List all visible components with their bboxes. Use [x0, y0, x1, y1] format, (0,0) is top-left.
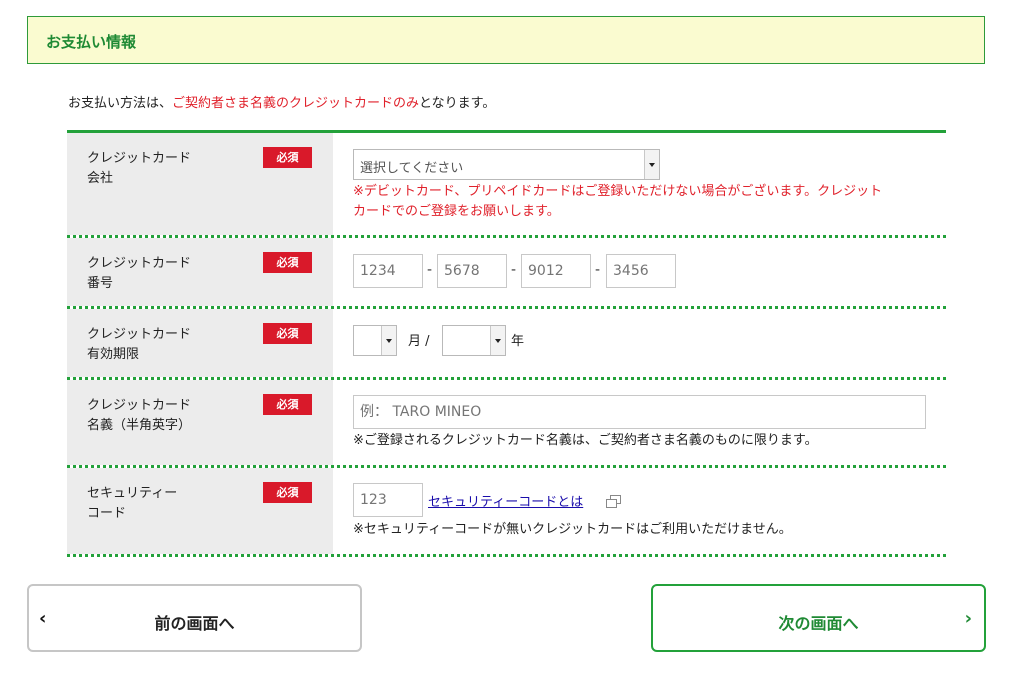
required-badge: 必須 — [263, 252, 312, 273]
chevron-right-icon: › — [964, 608, 972, 629]
card-number-input-3[interactable] — [521, 254, 591, 288]
intro-prefix: お支払い方法は、 — [68, 96, 173, 111]
prev-button-label: 前の画面へ — [154, 614, 235, 633]
field-label-line1: クレジットカード — [87, 151, 192, 166]
chevron-down-icon — [490, 326, 505, 355]
label-cell: クレジットカード 名義（半角英字） 必須 — [67, 380, 333, 465]
required-badge: 必須 — [263, 394, 312, 415]
required-badge: 必須 — [263, 482, 312, 503]
security-code-help-link[interactable]: セキュリティーコードとは — [428, 491, 583, 510]
label-cell: クレジットカード 有効期限 必須 — [67, 309, 333, 377]
section-header: お支払い情報 — [27, 16, 985, 64]
year-unit: 年 — [511, 334, 525, 349]
row-security-code: セキュリティー コード 必須 セキュリティーコードとは ※セキュリティーコードが… — [67, 468, 946, 557]
field-label-line1: クレジットカード — [87, 256, 192, 271]
card-company-select[interactable]: 選択してください — [353, 149, 660, 180]
row-card-company: クレジットカード 会社 必須 選択してください ※デビットカード、プリペイドカー… — [67, 133, 946, 238]
row-card-number: クレジットカード 番号 必須 - - - — [67, 238, 946, 309]
payment-form: クレジットカード 会社 必須 選択してください ※デビットカード、プリペイドカー… — [67, 130, 946, 557]
note-line2: カードでのご登録をお願いします。 — [353, 204, 560, 219]
card-company-note: ※デビットカード、プリペイドカードはご登録いただけない場合がございます。クレジッ… — [353, 182, 882, 222]
separator: - — [427, 262, 433, 278]
field-label-line2: 番号 — [87, 276, 114, 291]
card-number-input-1[interactable] — [353, 254, 423, 288]
next-screen-button[interactable]: 次の画面へ › — [651, 584, 986, 652]
card-number-input-2[interactable] — [437, 254, 507, 288]
separator: - — [595, 262, 601, 278]
month-unit: 月 / — [408, 334, 430, 349]
field-label-line1: クレジットカード — [87, 398, 192, 413]
card-company-select-value: 選択してください — [360, 161, 464, 176]
intro-suffix: となります。 — [419, 96, 496, 111]
required-badge: 必須 — [263, 147, 312, 168]
label-cell: クレジットカード 会社 必須 — [67, 133, 333, 235]
input-cell: - - - — [333, 238, 946, 306]
card-holder-name-input[interactable] — [353, 395, 926, 429]
card-number-input-4[interactable] — [606, 254, 676, 288]
separator: - — [511, 262, 517, 278]
expiry-year-select[interactable] — [442, 325, 506, 356]
required-badge: 必須 — [263, 323, 312, 344]
chevron-down-icon — [644, 150, 659, 179]
field-label-line1: セキュリティー — [87, 486, 178, 501]
field-label-line1: クレジットカード — [87, 327, 192, 342]
next-button-label: 次の画面へ — [778, 614, 859, 633]
security-code-note: ※セキュリティーコードが無いクレジットカードはご利用いただけません。 — [353, 522, 792, 537]
field-label: クレジットカード 有効期限 — [87, 325, 191, 365]
expiry-month-select[interactable] — [353, 325, 397, 356]
input-cell: セキュリティーコードとは ※セキュリティーコードが無いクレジットカードはご利用い… — [333, 468, 946, 554]
label-cell: クレジットカード 番号 必須 — [67, 238, 333, 306]
intro-highlight: ご契約者さま名義のクレジットカードのみ — [172, 96, 420, 111]
input-cell: ※ご登録されるクレジットカード名義は、ご契約者さま名義のものに限ります。 — [333, 380, 946, 465]
row-card-expiry: クレジットカード 有効期限 必須 月 / 年 — [67, 309, 946, 380]
field-label-line2: 会社 — [87, 171, 114, 186]
input-cell: 月 / 年 — [333, 309, 946, 377]
security-code-input[interactable] — [353, 483, 423, 517]
field-label: クレジットカード 名義（半角英字） — [87, 396, 191, 436]
row-card-holder: クレジットカード 名義（半角英字） 必須 ※ご登録されるクレジットカード名義は、… — [67, 380, 946, 468]
note-line1: ※デビットカード、プリペイドカードはご登録いただけない場合がございます。クレジッ… — [353, 184, 883, 199]
field-label: セキュリティー コード — [87, 484, 177, 524]
field-label-line2: 有効期限 — [87, 347, 140, 362]
field-label-line2: コード — [87, 506, 127, 521]
external-window-icon[interactable] — [606, 495, 621, 508]
card-holder-note: ※ご登録されるクレジットカード名義は、ご契約者さま名義のものに限ります。 — [353, 433, 818, 448]
section-title: お支払い情報 — [46, 33, 137, 51]
prev-screen-button[interactable]: ‹ 前の画面へ — [27, 584, 362, 652]
field-label: クレジットカード 会社 — [87, 149, 191, 189]
payment-intro-text: お支払い方法は、ご契約者さま名義のクレジットカードのみとなります。 — [68, 92, 495, 111]
field-label: クレジットカード 番号 — [87, 254, 191, 294]
chevron-down-icon — [381, 326, 396, 355]
input-cell: 選択してください ※デビットカード、プリペイドカードはご登録いただけない場合がご… — [333, 133, 946, 235]
field-label-line2: 名義（半角英字） — [87, 418, 192, 433]
label-cell: セキュリティー コード 必須 — [67, 468, 333, 554]
